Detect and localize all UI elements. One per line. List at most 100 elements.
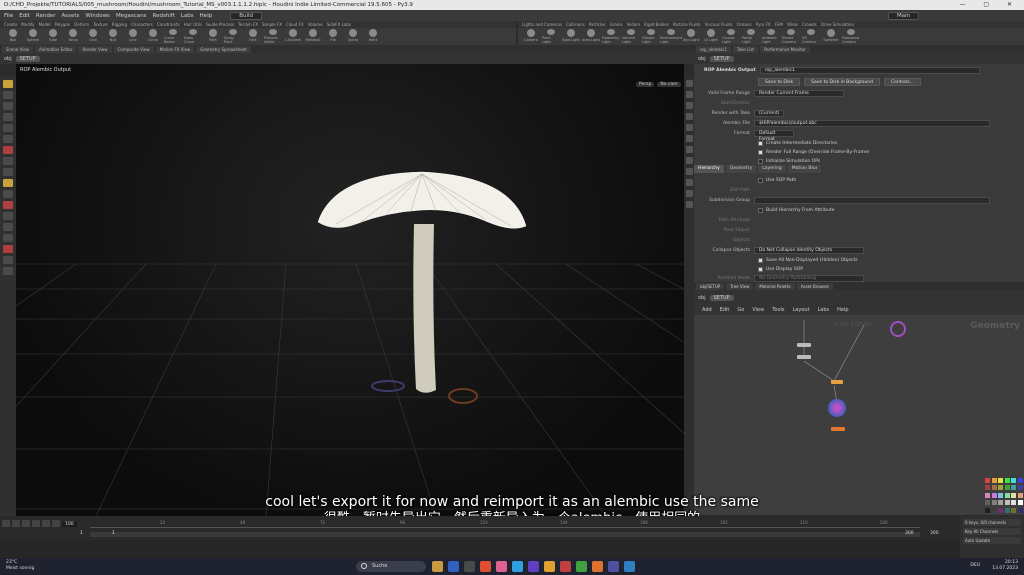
- display-option-icon[interactable]: [685, 201, 693, 208]
- menu-help[interactable]: Help: [200, 13, 213, 19]
- shelf-tab[interactable]: Vellum: [627, 22, 641, 27]
- shelf-tool-area-light[interactable]: Area Light: [582, 28, 600, 44]
- app-icon[interactable]: [464, 561, 475, 572]
- display-option-icon[interactable]: [685, 190, 693, 197]
- format-select[interactable]: Default Format: [754, 129, 794, 142]
- path-node[interactable]: SETUP: [709, 294, 734, 301]
- menu-labs[interactable]: Labs: [181, 13, 194, 19]
- cam-menu[interactable]: No cam: [657, 82, 681, 87]
- tab-motion-fx-view[interactable]: Motion FX View: [155, 45, 195, 53]
- shelf-tool-null[interactable]: Null: [104, 28, 122, 44]
- shelf-tool-curve-bezier[interactable]: Curve Bezier: [164, 28, 182, 44]
- shelf-tool-grid[interactable]: Grid: [84, 28, 102, 44]
- display-option-icon[interactable]: [685, 179, 693, 186]
- shelf-tool-gamepad-camera[interactable]: Gamepad Camera: [842, 28, 860, 44]
- subdivision-group-input[interactable]: [754, 196, 990, 204]
- shelf-tab[interactable]: Pyro FX: [756, 22, 771, 27]
- menu-render[interactable]: Render: [36, 13, 56, 19]
- check-use-sop-path[interactable]: Use SOP Path: [758, 176, 796, 184]
- shelf-tool-font[interactable]: Font: [244, 28, 262, 44]
- shelf-tab[interactable]: Create: [4, 22, 17, 27]
- tab-render-view[interactable]: Render View: [78, 45, 112, 53]
- render-icon[interactable]: [3, 234, 13, 242]
- shelf-tool-torus[interactable]: Torus: [64, 28, 82, 44]
- display-option-icon[interactable]: [685, 80, 693, 87]
- tab-tree-view[interactable]: Tree View: [726, 282, 754, 290]
- start-frame-field-2[interactable]: 1: [112, 531, 115, 536]
- check-save-hidden[interactable]: Save All Non-Displayed (Hidden) Objects: [758, 256, 858, 264]
- tab-geometry-spreadsheet[interactable]: Geometry Spreadsheet: [196, 45, 251, 53]
- store-icon[interactable]: [448, 561, 459, 572]
- app-icon[interactable]: [480, 561, 491, 572]
- shelf-tool-spot-light[interactable]: Spot Light: [562, 28, 580, 44]
- display-option-icon[interactable]: [685, 124, 693, 131]
- shelf-tool-lsystem[interactable]: L-System: [284, 28, 302, 44]
- display-option-icon[interactable]: [685, 135, 693, 142]
- tab-rop-alembic[interactable]: rop_alembic1: [696, 45, 731, 53]
- shelf-tool-metaball[interactable]: Metaball: [304, 28, 322, 44]
- step-forward-icon[interactable]: [42, 520, 50, 527]
- shelf-tool-path[interactable]: Path: [204, 28, 222, 44]
- path-obj[interactable]: obj: [4, 56, 12, 62]
- timeline-ruler[interactable]: 24 48 72 96 120 144 168 192 216 240: [90, 518, 920, 528]
- shelf-tab[interactable]: Polygon: [55, 22, 71, 27]
- partition-mode-select[interactable]: No Geometry Partitioning: [754, 274, 864, 282]
- network-node-output[interactable]: [831, 380, 843, 384]
- desktop-selector[interactable]: Build: [230, 11, 263, 20]
- app-icon[interactable]: [528, 561, 539, 572]
- check-build-hierarchy[interactable]: Build Hierarchy From Attribute: [758, 206, 834, 214]
- checkbox[interactable]: [758, 149, 763, 155]
- menu-windows[interactable]: Windows: [85, 13, 110, 19]
- tab-composite-view[interactable]: Composite View: [113, 45, 154, 53]
- shelf-tool-distant-light[interactable]: Distant Light: [642, 28, 660, 44]
- shelf-tab[interactable]: Cloud FX: [286, 22, 304, 27]
- display-option-icon[interactable]: [685, 102, 693, 109]
- path-obj[interactable]: obj: [698, 295, 706, 301]
- shelf-tool-draw-curve[interactable]: Draw Curve: [184, 28, 202, 44]
- path-node[interactable]: SETUP: [15, 55, 40, 62]
- taskbar-search[interactable]: Suche: [356, 561, 426, 572]
- shelf-tab[interactable]: Viscous Fluids: [705, 22, 733, 27]
- valid-frame-range-select[interactable]: Render Current Frame: [754, 89, 844, 97]
- file-explorer-icon[interactable]: [432, 561, 443, 572]
- checkbox[interactable]: [758, 140, 763, 146]
- net-menu-add[interactable]: Add: [702, 307, 712, 313]
- shelf-tool-sky-light[interactable]: Sky Light: [682, 28, 700, 44]
- magnet-icon[interactable]: [3, 201, 13, 209]
- jump-end-icon[interactable]: [52, 520, 60, 527]
- tab-performance-monitor[interactable]: Performance Monitor: [760, 45, 810, 53]
- save-to-disk-background-button[interactable]: Save to Disk in Background: [804, 78, 880, 86]
- end-frame-field[interactable]: 300: [905, 531, 914, 536]
- context-selector[interactable]: Main: [888, 11, 920, 20]
- shelf-tool-switcher[interactable]: Switcher: [822, 28, 840, 44]
- save-to-disk-button[interactable]: Save to Disk: [758, 78, 801, 86]
- shelf-tool-platonic[interactable]: Platonic Solids: [264, 28, 282, 44]
- shelf-tool-circle[interactable]: Circle: [144, 28, 162, 44]
- check-render-full-range[interactable]: Render Full Range (Override Frame-By-Fra…: [758, 148, 869, 156]
- checkbox[interactable]: [758, 266, 763, 272]
- jump-start-icon[interactable]: [2, 520, 10, 527]
- display-option-icon[interactable]: [685, 168, 693, 175]
- record-icon[interactable]: [3, 146, 13, 154]
- display-option-icon[interactable]: [685, 113, 693, 120]
- houdini-icon[interactable]: [592, 561, 603, 572]
- end-frame-field-2[interactable]: 300: [930, 531, 939, 536]
- shelf-tab[interactable]: SideFX Labs: [327, 22, 351, 27]
- group-tool-icon[interactable]: [3, 179, 13, 187]
- play-icon[interactable]: [32, 520, 40, 527]
- shelf-tool-point-light[interactable]: Point Light: [542, 28, 560, 44]
- display-option-icon[interactable]: [685, 157, 693, 164]
- shelf-tab[interactable]: Guide Process: [206, 22, 234, 27]
- key-all-channels-button[interactable]: Key All Channels: [963, 528, 1021, 535]
- shelf-tool-geometry-light[interactable]: Geometry Light: [602, 28, 620, 44]
- shelf-tool-vr-camera[interactable]: VR Camera: [802, 28, 820, 44]
- controls-button[interactable]: Controls...: [884, 78, 921, 86]
- menu-edit[interactable]: Edit: [19, 13, 30, 19]
- browser-icon[interactable]: [544, 561, 555, 572]
- tab-layering[interactable]: Layering: [758, 165, 786, 173]
- shelf-tab[interactable]: Volume: [308, 22, 323, 27]
- tab-asset-browser[interactable]: Asset Browser: [796, 282, 834, 290]
- path-obj[interactable]: obj: [698, 56, 706, 62]
- tab-obj-setup[interactable]: obj/SETUP: [696, 282, 725, 290]
- stop-icon[interactable]: [22, 520, 30, 527]
